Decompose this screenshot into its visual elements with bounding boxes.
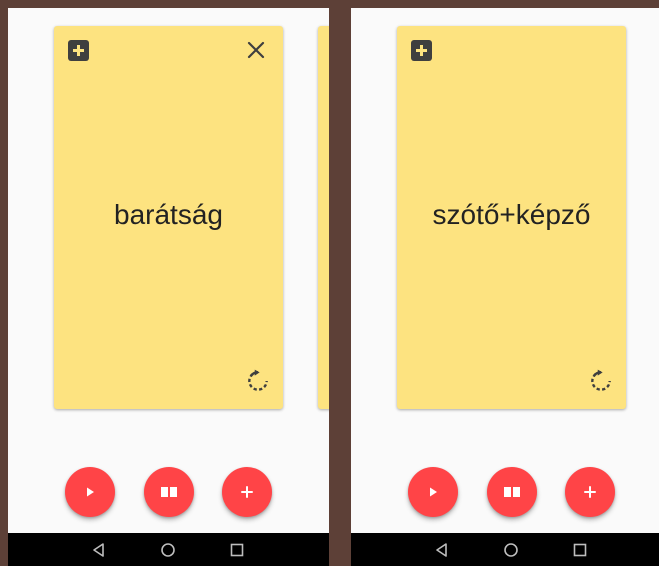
flashcard[interactable]: szótő+képző [397, 26, 626, 409]
phone-screen-left: barátság [8, 8, 329, 566]
nav-back-icon[interactable] [90, 541, 108, 559]
nav-home-icon[interactable] [159, 541, 177, 559]
book-icon [504, 487, 520, 497]
play-button[interactable] [65, 467, 115, 517]
plus-icon [241, 486, 253, 498]
nav-back-icon[interactable] [433, 541, 451, 559]
nav-home-icon[interactable] [502, 541, 520, 559]
book-icon [161, 487, 177, 497]
plus-icon [584, 486, 596, 498]
book-button[interactable] [144, 467, 194, 517]
action-bar [351, 467, 659, 519]
book-button[interactable] [487, 467, 537, 517]
flip-rotate-icon[interactable] [588, 368, 614, 394]
phone-screen-right: szótő+képző [351, 8, 659, 566]
add-button[interactable] [565, 467, 615, 517]
add-card-icon[interactable] [68, 40, 89, 61]
system-navbar [351, 533, 659, 566]
card-word: barátság [114, 199, 223, 230]
flip-rotate-icon[interactable] [245, 368, 271, 394]
add-card-icon[interactable] [411, 40, 432, 61]
add-button[interactable] [222, 467, 272, 517]
action-bar [8, 467, 329, 519]
next-flashcard-peek[interactable] [318, 26, 329, 409]
system-navbar [8, 533, 329, 566]
play-icon [430, 487, 437, 497]
card-word: szótő+képző [432, 199, 591, 230]
stage: barátság szótő+képző [0, 0, 659, 566]
flashcard[interactable]: barátság [54, 26, 283, 409]
nav-recent-icon[interactable] [228, 541, 246, 559]
nav-recent-icon[interactable] [571, 541, 589, 559]
play-icon [87, 487, 94, 497]
play-button[interactable] [408, 467, 458, 517]
close-icon[interactable] [244, 38, 268, 62]
